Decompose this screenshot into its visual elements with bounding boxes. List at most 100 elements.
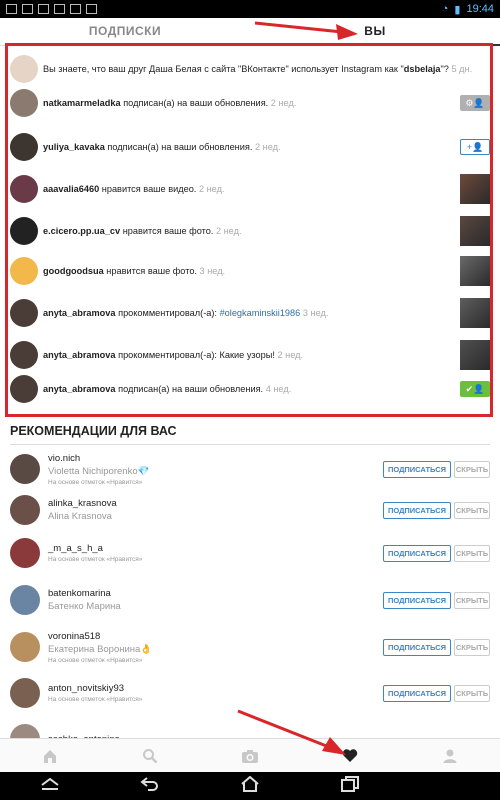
collapse-icon[interactable]: [40, 777, 60, 796]
following-button[interactable]: ⚙👤: [460, 95, 490, 111]
battery-icon: ▮: [454, 3, 461, 16]
avatar[interactable]: [10, 375, 38, 403]
username-link[interactable]: anyta_abramova: [43, 350, 116, 360]
photo-thumbnail[interactable]: [460, 174, 490, 204]
notification-message: подписан(а) на ваши обновления.: [118, 384, 264, 394]
profile-icon[interactable]: [440, 746, 460, 766]
notification-message: нравится ваше видео.: [101, 184, 197, 194]
suggestion-username[interactable]: alinka_krasnova: [48, 498, 383, 509]
notification-row[interactable]: e.cicero.pp.ua_cv нравится ваше фото. 2 …: [10, 210, 490, 252]
timestamp: 2 нед.: [277, 350, 304, 360]
avatar[interactable]: [10, 585, 40, 615]
timestamp: 3 нед.: [199, 266, 226, 276]
username-link[interactable]: yuliya_kavaka: [43, 142, 105, 152]
hide-button[interactable]: СКРЫТЬ: [454, 591, 490, 609]
red-arrow-bottom: [237, 709, 346, 755]
suggestion-username[interactable]: _m_a_s_h_a: [48, 543, 383, 554]
notification-message: подписан(а) на ваши обновления.: [123, 98, 269, 108]
suggestion-reason: На основе отметок «Нравится»: [48, 656, 143, 664]
suggestion-row[interactable]: batenkomarina Батенко Марина ПОДПИСАТЬСЯ СК…: [10, 577, 490, 623]
following-check-button[interactable]: ✔👤: [460, 381, 490, 397]
avatar[interactable]: [10, 678, 40, 708]
notification-message: подписан(а) на ваши обновления.: [107, 142, 253, 152]
suggestion-username[interactable]: vio.nich: [48, 453, 383, 464]
suggestion-username[interactable]: batenkomarina: [48, 588, 383, 599]
avatar[interactable]: [10, 454, 40, 484]
avatar[interactable]: [10, 257, 38, 285]
notification-row[interactable]: natkamarmeladka подписан(а) на ваши обно…: [10, 82, 490, 124]
suggestion-row[interactable]: vio.nich Violetta Nichiporenko💎 На основе …: [10, 446, 490, 492]
avatar[interactable]: [10, 495, 40, 525]
subscribe-button[interactable]: ПОДПИСАТЬСЯ: [383, 544, 451, 562]
avatar[interactable]: [10, 538, 40, 568]
recent-apps-icon[interactable]: [340, 775, 360, 797]
suggestion-fullname: Alina Krasnova: [48, 511, 112, 522]
hide-button[interactable]: СКРЫТЬ: [454, 684, 490, 702]
suggestion-fullname: Екатерина Воронина👌: [48, 643, 153, 655]
hide-button[interactable]: СКРЫТЬ: [454, 638, 490, 656]
subscribe-button[interactable]: ПОДПИСАТЬСЯ: [383, 591, 451, 609]
notification-row[interactable]: yuliya_kavaka подписан(а) на ваши обновл…: [10, 126, 490, 168]
suggestion-row[interactable]: voronina518 Екатерина Воронина👌 На основе …: [10, 624, 490, 670]
avatar[interactable]: [10, 217, 38, 245]
notification-text: anyta_abramova прокомментировал(-а): Как…: [43, 349, 460, 361]
username-link[interactable]: aaavalia6460: [43, 184, 99, 194]
notification-text: yuliya_kavaka подписан(а) на ваши обновл…: [43, 141, 460, 153]
back-icon[interactable]: [140, 776, 160, 797]
hide-button[interactable]: СКРЫТЬ: [454, 544, 490, 562]
username-link[interactable]: anyta_abramova: [43, 384, 116, 394]
avatar[interactable]: [10, 133, 38, 161]
red-arrow-top: [254, 21, 358, 40]
handle-link[interactable]: dsbelaja: [404, 64, 441, 74]
username-link[interactable]: e.cicero.pp.ua_cv: [43, 226, 120, 236]
notification-text: goodgoodsua нравится ваше фото. 3 нед.: [43, 265, 460, 277]
avatar[interactable]: [10, 89, 38, 117]
timestamp: 3 нед.: [302, 308, 329, 318]
avatar[interactable]: [10, 299, 38, 327]
notification-text: natkamarmeladka подписан(а) на ваши обно…: [43, 97, 460, 109]
subscribe-button[interactable]: ПОДПИСАТЬСЯ: [383, 684, 451, 702]
suggestion-reason: На основе отметок «Нравится»: [48, 696, 143, 703]
username-link[interactable]: anyta_abramova: [43, 308, 116, 318]
subscribe-button[interactable]: ПОДПИСАТЬСЯ: [383, 460, 451, 478]
home-button-icon[interactable]: [240, 775, 260, 797]
suggestion-info: anton_novitskiy93 На основе отметок «Нрав…: [48, 683, 383, 703]
wifi-icon: ◔: [441, 3, 449, 15]
notification-icons: [6, 4, 97, 14]
suggestion-info: voronina518 Екатерина Воронина👌 На основе …: [48, 631, 383, 664]
timestamp: 4 нед.: [265, 384, 292, 394]
notification-text: anyta_abramova подписан(а) на ваши обнов…: [43, 383, 460, 395]
subscribe-button[interactable]: ПОДПИСАТЬСЯ: [383, 638, 451, 656]
subscribe-button[interactable]: ПОДПИСАТЬСЯ: [383, 501, 451, 519]
notification-row[interactable]: aaavalia6460 нравится ваше видео. 2 нед.: [10, 168, 490, 210]
avatar[interactable]: [10, 632, 40, 662]
suggestion-row[interactable]: _m_a_s_h_a На основе отметок «Нравится» ПО…: [10, 530, 490, 576]
notification-row[interactable]: goodgoodsua нравится ваше фото. 3 нед.: [10, 250, 490, 292]
home-icon[interactable]: [40, 746, 60, 766]
notification-row[interactable]: anyta_abramova подписан(а) на ваши обнов…: [10, 368, 490, 410]
hide-button[interactable]: СКРЫТЬ: [454, 460, 490, 478]
suggestion-info: alinka_krasnova Alina Krasnova: [48, 498, 383, 522]
photo-thumbnail[interactable]: [460, 256, 490, 286]
avatar[interactable]: [10, 175, 38, 203]
hide-button[interactable]: СКРЫТЬ: [454, 501, 490, 519]
notification-message: Вы знаете, что ваш друг Даша Белая с сай…: [43, 64, 404, 74]
timestamp: 5 дн.: [451, 64, 473, 74]
suggestion-username[interactable]: voronina518: [48, 631, 383, 642]
username-link[interactable]: goodgoodsua: [43, 266, 104, 276]
suggestion-username[interactable]: anton_novitskiy93: [48, 683, 383, 694]
search-icon[interactable]: [140, 746, 160, 766]
suggestion-row[interactable]: alinka_krasnova Alina Krasnova ПОДПИСАТЬСЯ…: [10, 487, 490, 533]
tab-following[interactable]: ПОДПИСКИ: [0, 18, 250, 46]
photo-thumbnail[interactable]: [460, 340, 490, 370]
avatar[interactable]: [10, 55, 38, 83]
username-link[interactable]: natkamarmeladka: [43, 98, 121, 108]
photo-thumbnail[interactable]: [460, 216, 490, 246]
avatar[interactable]: [10, 341, 38, 369]
suggestion-info: batenkomarina Батенко Марина: [48, 588, 383, 612]
notification-row[interactable]: anyta_abramova прокомментировал(-а): #ol…: [10, 292, 490, 334]
follow-button[interactable]: +👤: [460, 139, 490, 155]
photo-thumbnail[interactable]: [460, 298, 490, 328]
suggestion-info: vio.nich Violetta Nichiporenko💎 На основе …: [48, 453, 383, 486]
hashtag-link[interactable]: #olegkaminskii1986: [220, 308, 301, 318]
